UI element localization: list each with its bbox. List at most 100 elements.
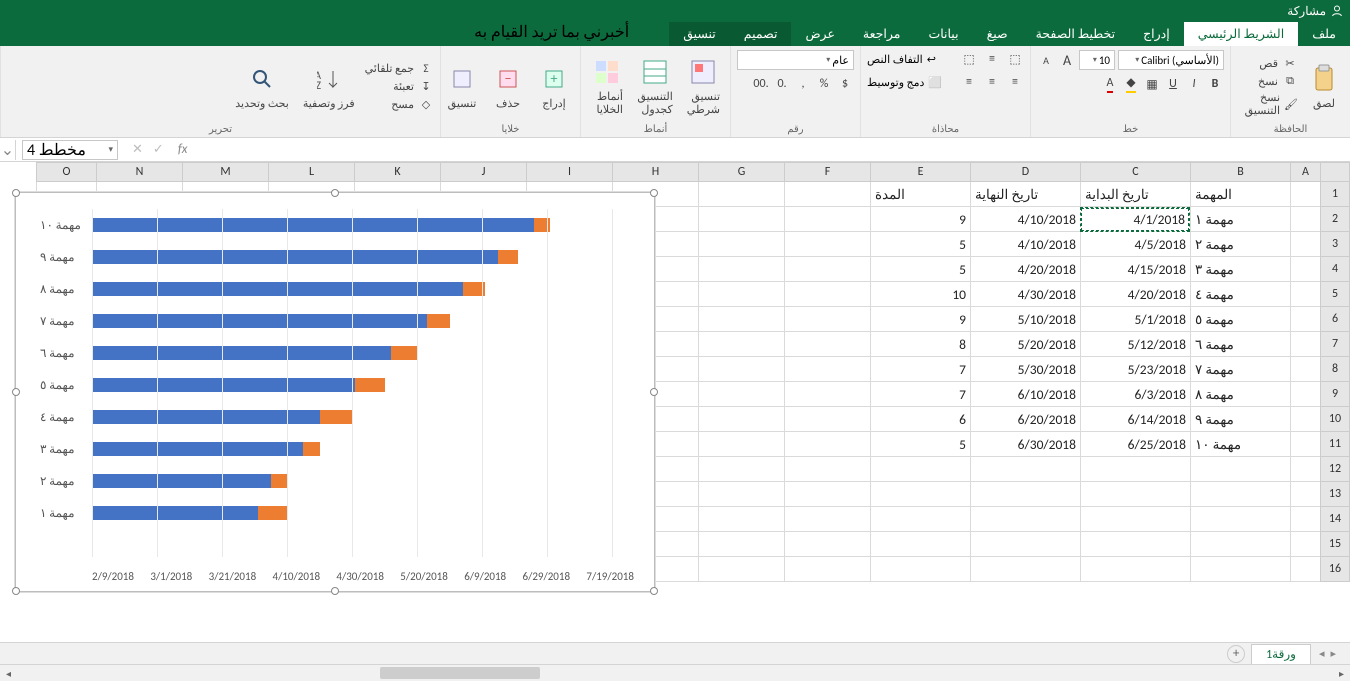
cell[interactable]: تاريخ البداية <box>1080 182 1190 207</box>
cell[interactable] <box>784 532 870 557</box>
chart-resize-handle[interactable] <box>331 587 339 595</box>
cell[interactable]: 6/25/2018 <box>1080 432 1190 457</box>
cell[interactable]: 6/20/2018 <box>970 407 1080 432</box>
cancel-formula-button[interactable]: ✕ <box>132 142 143 157</box>
cell[interactable] <box>1080 557 1190 582</box>
cell[interactable]: 4/10/2018 <box>970 207 1080 232</box>
cell[interactable] <box>1290 382 1320 407</box>
chart-bar-series1[interactable] <box>92 506 258 520</box>
column-header-A[interactable]: A <box>1290 162 1320 182</box>
chart-resize-handle[interactable] <box>331 189 339 197</box>
copy-button[interactable]: ⧉نسخ <box>1237 73 1298 89</box>
cell[interactable] <box>970 457 1080 482</box>
cell[interactable] <box>1290 182 1320 207</box>
chart-bar-series1[interactable] <box>92 314 427 328</box>
column-header-H[interactable]: H <box>612 162 698 182</box>
cell[interactable] <box>1290 307 1320 332</box>
autosum-button[interactable]: Σجمع تلقائي <box>365 60 434 76</box>
cell[interactable] <box>1290 482 1320 507</box>
format-cells-button[interactable]: تنسيق <box>442 61 482 112</box>
cell[interactable] <box>1290 432 1320 457</box>
cell[interactable] <box>698 532 784 557</box>
chart-bar-series1[interactable] <box>92 346 391 360</box>
cell[interactable]: المهمة <box>1190 182 1290 207</box>
paste-button[interactable]: لصق <box>1304 61 1344 112</box>
cell[interactable]: 6/14/2018 <box>1080 407 1190 432</box>
cell[interactable]: 4/20/2018 <box>1080 282 1190 307</box>
cell[interactable] <box>1190 507 1290 532</box>
cell[interactable]: 9 <box>870 207 970 232</box>
cell[interactable]: 10 <box>870 282 970 307</box>
cell[interactable] <box>784 332 870 357</box>
insert-cells-button[interactable]: +إدراج <box>534 61 574 112</box>
cell[interactable] <box>870 482 970 507</box>
cell[interactable]: 4/5/2018 <box>1080 232 1190 257</box>
font-name-select[interactable]: (الأساسي) Calibri▾ <box>1118 50 1224 70</box>
formula-input[interactable] <box>193 140 1350 160</box>
tab-home[interactable]: الشريط الرئيسي <box>1184 22 1299 46</box>
row-header-1[interactable]: 1 <box>1320 182 1350 207</box>
chart-bar-series1[interactable] <box>92 410 320 424</box>
column-header-L[interactable]: L <box>268 162 354 182</box>
cell[interactable]: المدة <box>870 182 970 207</box>
cell[interactable]: 5/30/2018 <box>970 357 1080 382</box>
cell[interactable] <box>1290 407 1320 432</box>
cell[interactable] <box>1080 457 1190 482</box>
align-top-button[interactable]: ⬚ <box>1006 50 1024 68</box>
tab-review[interactable]: مراجعة <box>849 22 915 46</box>
cell[interactable]: 4/20/2018 <box>970 257 1080 282</box>
chart-bar-series2[interactable] <box>427 314 450 328</box>
cell[interactable]: 9 <box>870 307 970 332</box>
cell[interactable] <box>698 507 784 532</box>
scroll-thumb[interactable] <box>380 667 540 679</box>
cell[interactable]: مهمة ٨ <box>1190 382 1290 407</box>
row-header-11[interactable]: 11 <box>1320 432 1350 457</box>
cell[interactable] <box>784 382 870 407</box>
column-header-I[interactable]: I <box>526 162 612 182</box>
sort-filter-button[interactable]: AZفرز وتصفية <box>299 61 359 112</box>
tab-chart-format[interactable]: تنسيق <box>669 22 730 46</box>
cell[interactable]: مهمة ٥ <box>1190 307 1290 332</box>
row-header-3[interactable]: 3 <box>1320 232 1350 257</box>
cell[interactable]: 5 <box>870 432 970 457</box>
cell[interactable]: 4/10/2018 <box>970 232 1080 257</box>
tab-page-layout[interactable]: تخطيط الصفحة <box>1022 22 1129 46</box>
column-header-M[interactable]: M <box>182 162 268 182</box>
column-header-K[interactable]: K <box>354 162 440 182</box>
conditional-formatting-button[interactable]: تنسيق شرطي <box>683 54 724 118</box>
cell[interactable]: 5 <box>870 257 970 282</box>
share-button[interactable]: مشاركة <box>1287 4 1344 19</box>
align-center-button[interactable]: ≡ <box>983 73 1001 91</box>
cell[interactable] <box>698 432 784 457</box>
cell[interactable] <box>1290 282 1320 307</box>
cell[interactable] <box>698 232 784 257</box>
align-left-button[interactable]: ≡ <box>960 73 978 91</box>
cell[interactable] <box>784 457 870 482</box>
row-header-9[interactable]: 9 <box>1320 382 1350 407</box>
cell[interactable] <box>870 507 970 532</box>
cell[interactable] <box>1290 257 1320 282</box>
font-size-select[interactable]: 10▾ <box>1079 50 1115 70</box>
row-header-5[interactable]: 5 <box>1320 282 1350 307</box>
column-header-E[interactable]: E <box>870 162 970 182</box>
tab-formulas[interactable]: صيغ <box>973 22 1022 46</box>
formula-expand-button[interactable]: ⌄ <box>0 140 16 160</box>
merge-center-button[interactable]: ⬜دمج وتوسيط <box>867 76 942 89</box>
cell[interactable] <box>698 207 784 232</box>
cell[interactable] <box>1080 532 1190 557</box>
cell[interactable] <box>698 357 784 382</box>
fill-button[interactable]: ↧تعبئة <box>365 78 434 94</box>
chart-bar-series2[interactable] <box>271 474 287 488</box>
column-header-F[interactable]: F <box>784 162 870 182</box>
cell[interactable] <box>870 457 970 482</box>
cell[interactable] <box>1290 232 1320 257</box>
tab-chart-design[interactable]: تصميم <box>730 22 792 46</box>
cell[interactable]: تاريخ النهاية <box>970 182 1080 207</box>
row-header-15[interactable]: 15 <box>1320 532 1350 557</box>
chart-bar-series2[interactable] <box>320 410 353 424</box>
decrease-font-button[interactable]: A <box>1037 51 1055 69</box>
cell[interactable] <box>698 482 784 507</box>
row-header-2[interactable]: 2 <box>1320 207 1350 232</box>
tell-me[interactable]: أخبرني بما تريد القيام به <box>474 22 629 46</box>
chart-bar-series2[interactable] <box>258 506 287 520</box>
